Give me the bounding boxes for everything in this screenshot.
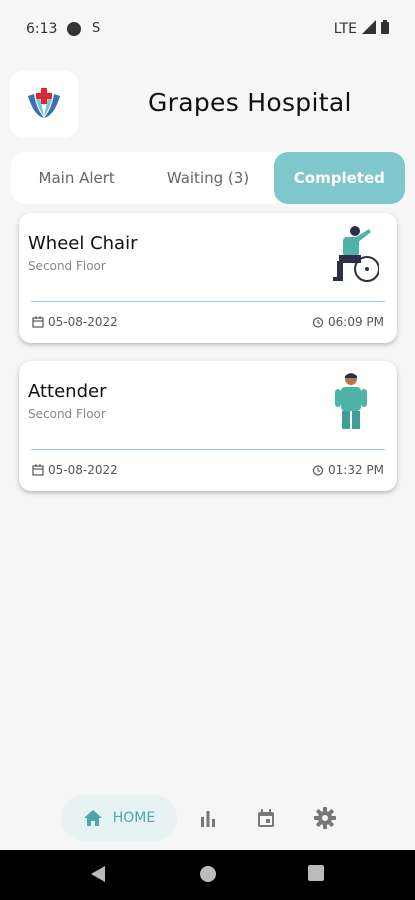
time-text: 06:09 PM (328, 315, 384, 329)
calendar-icon (32, 464, 44, 476)
request-card[interactable]: Attender Second Floor 05-08-2022 01:32 P… (19, 361, 397, 491)
network-label: LTE (333, 21, 357, 37)
back-icon[interactable] (90, 865, 106, 887)
system-nav-bar (0, 850, 415, 900)
home-icon (83, 810, 102, 826)
nav-home-label: HOME (112, 810, 156, 826)
time-text: 01:32 PM (328, 463, 384, 477)
date-text: 05-08-2022 (48, 315, 118, 329)
battery-icon (381, 20, 389, 38)
card-time: 06:09 PM (312, 315, 384, 329)
tab-waiting[interactable]: Waiting (3) (142, 152, 273, 204)
request-name: Attender (28, 381, 107, 402)
hospital-logo (10, 70, 78, 138)
attender-icon (323, 371, 379, 433)
card-time: 01:32 PM (312, 463, 384, 477)
calendar-nav-icon[interactable] (254, 806, 278, 830)
recents-icon[interactable] (308, 865, 324, 885)
card-meta: 05-08-2022 06:09 PM (32, 315, 384, 329)
date-text: 05-08-2022 (48, 463, 118, 477)
home-circle-icon[interactable] (199, 865, 217, 887)
tab-main-alert[interactable]: Main Alert (11, 152, 142, 204)
request-card[interactable]: Wheel Chair Second Floor 05-08-2022 06:0… (19, 213, 397, 343)
gear-icon[interactable] (313, 806, 337, 830)
calendar-icon (32, 316, 44, 328)
card-date: 05-08-2022 (32, 463, 118, 477)
request-name: Wheel Chair (28, 233, 138, 254)
nav-home[interactable]: HOME (61, 795, 177, 841)
page-title: Grapes Hospital (148, 88, 352, 117)
card-meta: 05-08-2022 01:32 PM (32, 463, 384, 477)
card-divider (31, 301, 385, 302)
bar-chart-icon[interactable] (196, 806, 220, 830)
alert-tabs: Main Alert Waiting (3) Completed (11, 152, 405, 204)
bottom-nav: HOME (0, 795, 415, 841)
wheelchair-icon (323, 223, 380, 285)
request-floor: Second Floor (28, 407, 106, 421)
status-bar: 6:13 S LTE (0, 0, 415, 58)
status-time: 6:13 (26, 21, 58, 37)
request-floor: Second Floor (28, 259, 106, 273)
signal-icon (362, 20, 376, 38)
card-divider (31, 449, 385, 450)
card-date: 05-08-2022 (32, 315, 118, 329)
alarm-clock-icon (312, 465, 324, 476)
tab-completed[interactable]: Completed (273, 152, 405, 204)
svg-text:S: S (92, 21, 100, 34)
alarm-clock-icon (312, 317, 324, 328)
sim-icon: S (91, 20, 103, 38)
notification-dot-icon (67, 22, 82, 36)
app-header: Grapes Hospital (0, 70, 415, 140)
